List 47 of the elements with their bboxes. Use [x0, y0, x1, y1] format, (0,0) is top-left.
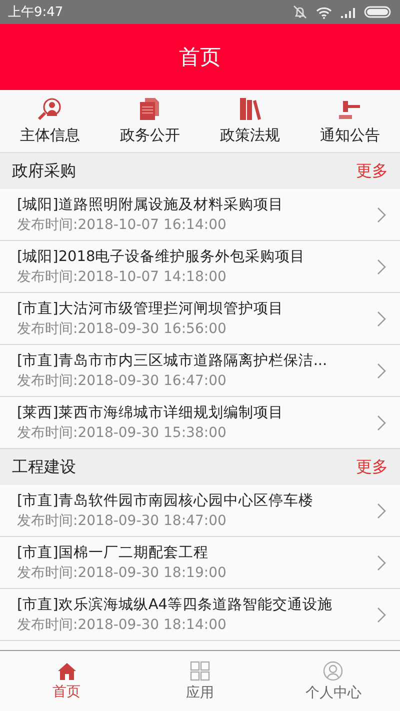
section-title: 工程建设: [12, 456, 76, 478]
chevron-right-icon: [377, 414, 386, 430]
signal-icon: [340, 6, 356, 18]
chevron-right-icon: [377, 362, 386, 378]
news-title: [城阳]2018电子设备维护服务外包采购项目: [17, 248, 306, 266]
news-title: [市直]大沽河市级管理拦河闸坝管护项目: [17, 300, 284, 318]
shortcut-button[interactable]: 政策法规: [200, 90, 300, 152]
chevron-right-icon: [377, 606, 386, 622]
page-title: 首页: [179, 44, 221, 71]
chevron-right-icon: [377, 258, 386, 274]
publish-time: 发布时间:2018-09-30 16:47:00: [17, 372, 228, 390]
publish-time: 发布时间:2018-09-30 16:56:00: [17, 320, 228, 338]
battery-icon: [364, 6, 392, 18]
tab[interactable]: 首页: [0, 651, 134, 711]
mute-icon: [292, 5, 308, 19]
person-icon: [323, 660, 344, 680]
publish-time: 发布时间:2018-10-07 14:18:00: [17, 268, 228, 286]
publish-time: 发布时间:2018-09-30 18:14:00: [17, 616, 228, 634]
news-title: [莱西]莱西市海绵城市详细规划编制项目: [17, 404, 284, 422]
shortcut-button[interactable]: 政务公开: [100, 90, 200, 152]
publish-time: 发布时间:2018-09-30 18:19:00: [17, 564, 228, 582]
news-title: [市直]欢乐滨海城纵A4等四条道路智能交通设施: [17, 596, 334, 614]
publish-time: 发布时间:2018-09-30 15:38:00: [17, 424, 228, 442]
publish-time: 发布时间:2018-09-30 18:47:00: [17, 512, 228, 530]
chevron-right-icon: [377, 206, 386, 222]
chevron-right-icon: [377, 310, 386, 326]
wifi-icon: [316, 6, 332, 18]
shortcut-button[interactable]: 主体信息: [0, 90, 100, 152]
news-title: [市直]国棉一厂二期配套工程: [17, 544, 210, 562]
news-title: [市直]青岛软件园市南园核心园中心区停车楼: [17, 492, 314, 510]
publish-time: 发布时间:2018-10-07 16:14:00: [17, 216, 228, 234]
grid-icon: [190, 660, 210, 680]
section-title: 政府采购: [12, 160, 76, 182]
news-title: [城阳]道路照明附属设施及材料采购项目: [17, 196, 284, 214]
chevron-right-icon: [377, 554, 386, 570]
more-link[interactable]: 更多: [356, 456, 388, 478]
books-icon: [238, 97, 262, 121]
tab[interactable]: 个人中心: [266, 651, 400, 711]
status-time: 上午9:47: [8, 4, 64, 21]
chevron-right-icon: [377, 502, 386, 518]
tab[interactable]: 应用: [133, 651, 267, 711]
shortcut-button[interactable]: 通知公告: [300, 90, 400, 152]
more-link[interactable]: 更多: [356, 160, 388, 182]
home-icon: [56, 662, 77, 680]
magnifier-person-icon: [37, 97, 63, 121]
documents-icon: [138, 97, 162, 121]
news-title: [市直]青岛市市内三区城市道路隔离护栏保洁...: [17, 352, 328, 370]
